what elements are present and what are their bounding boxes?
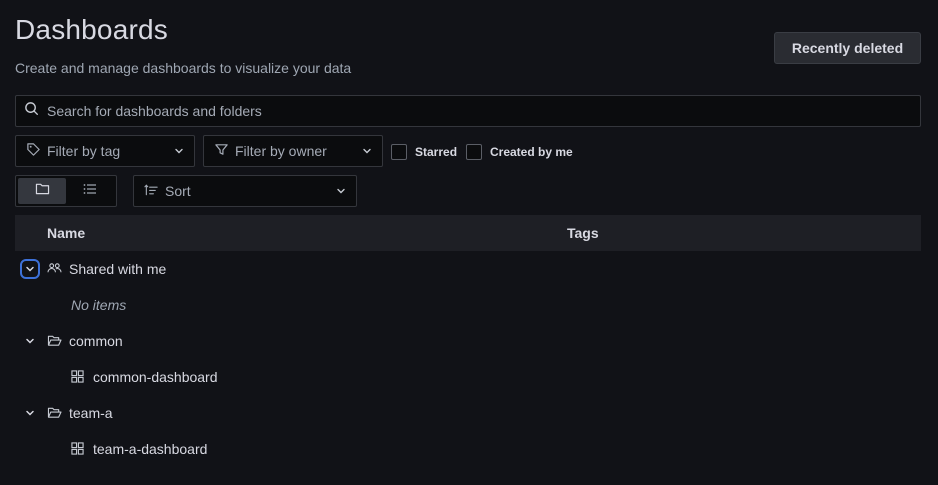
folder-open-icon (47, 334, 62, 347)
tag-icon (26, 142, 41, 160)
folder-label[interactable]: common (69, 333, 123, 349)
filter-by-owner-label: Filter by owner (235, 143, 327, 159)
collapse-folder-button[interactable] (20, 259, 40, 279)
page-title: Dashboards (15, 14, 168, 45)
sort-icon (144, 183, 159, 199)
table-row-team-a-dashboard[interactable]: team-a-dashboard (15, 431, 921, 467)
chevron-down-icon (25, 333, 35, 349)
filter-by-tag-select[interactable]: Filter by tag (15, 135, 195, 167)
chevron-down-icon (174, 143, 184, 159)
table-row-empty: No items (15, 287, 921, 323)
chevron-down-icon (25, 405, 35, 421)
table-row-common-dashboard[interactable]: common-dashboard (15, 359, 921, 395)
starred-checkbox-box[interactable] (391, 144, 407, 160)
folder-label[interactable]: Shared with me (69, 261, 166, 277)
table-row-team-a[interactable]: team-a (15, 395, 921, 431)
apps-icon (71, 442, 84, 455)
starred-label: Starred (415, 145, 458, 159)
created-by-me-label: Created by me (490, 145, 573, 159)
view-toggle (15, 175, 117, 207)
dashboards-page: Dashboards Create and manage dashboards … (0, 0, 938, 485)
sort-label: Sort (165, 183, 191, 199)
dashboard-link[interactable]: team-a-dashboard (93, 441, 207, 457)
search-input[interactable] (45, 102, 905, 120)
search-icon (24, 101, 39, 121)
list-view-icon (83, 182, 97, 200)
starred-checkbox[interactable]: Starred (391, 144, 457, 160)
chevron-down-icon (362, 143, 372, 159)
dashboard-link[interactable]: common-dashboard (93, 369, 218, 385)
created-by-me-checkbox[interactable]: Created by me (466, 144, 573, 160)
chevron-down-icon (336, 183, 346, 199)
list-view-button[interactable] (66, 178, 114, 204)
page-subtitle: Create and manage dashboards to visualiz… (15, 60, 352, 76)
created-by-me-checkbox-box[interactable] (466, 144, 482, 160)
users-icon (47, 262, 62, 275)
filter-icon (214, 142, 229, 160)
folder-open-icon (47, 406, 62, 419)
filter-by-owner-select[interactable]: Filter by owner (203, 135, 383, 167)
folder-view-button[interactable] (18, 178, 66, 204)
table-header: Name Tags (15, 215, 921, 251)
table-row-common[interactable]: common (15, 323, 921, 359)
search-box[interactable] (15, 95, 921, 127)
column-header-name: Name (47, 225, 86, 241)
collapse-folder-button[interactable] (20, 331, 40, 351)
collapse-folder-button[interactable] (20, 403, 40, 423)
folder-view-icon (35, 182, 50, 200)
folder-label[interactable]: team-a (69, 405, 113, 421)
recently-deleted-button[interactable]: Recently deleted (774, 32, 921, 64)
chevron-down-icon (25, 261, 35, 277)
column-header-tags: Tags (567, 225, 599, 241)
apps-icon (71, 370, 84, 383)
filter-by-tag-label: Filter by tag (47, 143, 121, 159)
empty-folder-message: No items (71, 297, 127, 313)
sort-select[interactable]: Sort (133, 175, 357, 207)
table-row-shared-with-me[interactable]: Shared with me (15, 251, 921, 287)
